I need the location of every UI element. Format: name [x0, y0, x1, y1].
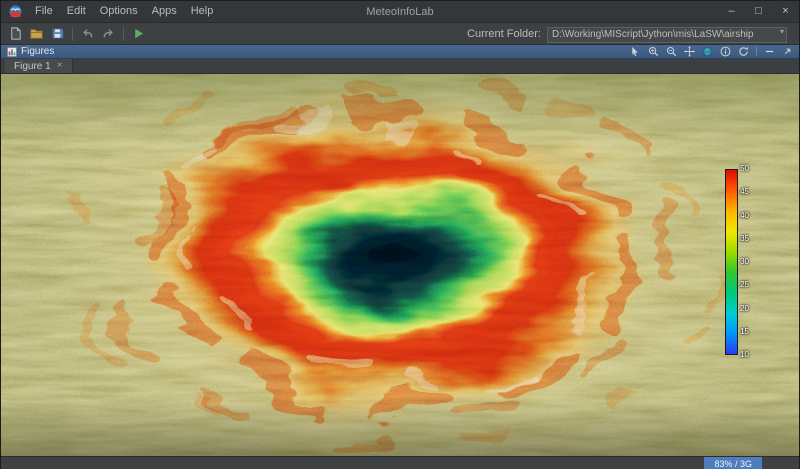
- colorbar-gradient: [725, 169, 738, 355]
- run-button[interactable]: [128, 24, 149, 43]
- select-icon: [630, 46, 641, 57]
- menubar: File Edit Options Apps Help: [28, 1, 220, 22]
- memory-indicator[interactable]: 83% / 3G: [704, 457, 762, 469]
- figure-canvas[interactable]: [1, 74, 799, 456]
- colorbar-tick-label: 25: [740, 281, 749, 289]
- current-folder-input[interactable]: [547, 27, 787, 43]
- figures-panel-icon: [7, 47, 17, 57]
- zoom-in-icon: [648, 46, 659, 57]
- colorbar-tick-label: 10: [740, 351, 749, 359]
- minimize-panel-button[interactable]: [764, 46, 775, 57]
- maximize-window-icon[interactable]: □: [745, 1, 772, 22]
- colorbar-tick-label: 15: [740, 328, 749, 336]
- figures-toolbar: [630, 46, 793, 57]
- save-button[interactable]: [47, 24, 68, 43]
- app-icon: [9, 5, 22, 18]
- colorbar-tick-label: 40: [740, 212, 749, 220]
- figures-panel-header[interactable]: Figures: [1, 45, 799, 59]
- menu-edit[interactable]: Edit: [60, 1, 93, 22]
- figures-panel-title: Figures: [21, 46, 54, 57]
- redo-button[interactable]: [98, 24, 119, 43]
- identify-icon: [720, 46, 731, 57]
- full-extent-globe-icon: [702, 46, 713, 57]
- window-title: MeteoInfoLab: [366, 6, 433, 18]
- toolbar-separator: [72, 27, 73, 41]
- zoom-out-icon: [666, 46, 677, 57]
- run-icon: [131, 26, 146, 41]
- select-tool-button[interactable]: [630, 46, 641, 57]
- tab-figure-1[interactable]: Figure 1 ×: [5, 59, 73, 73]
- pan-icon: [684, 46, 695, 57]
- minimize-window-icon[interactable]: –: [718, 1, 745, 22]
- menu-file[interactable]: File: [28, 1, 60, 22]
- current-folder-label: Current Folder:: [467, 28, 547, 40]
- colorbar-tick-label: 30: [740, 258, 749, 266]
- meteoinfolab-window: File Edit Options Apps Help MeteoInfoLab…: [0, 0, 800, 469]
- tab-label: Figure 1: [14, 61, 51, 72]
- undo-icon: [80, 26, 95, 41]
- colorbar-tick-label: 50: [740, 165, 749, 173]
- float-panel-button[interactable]: [782, 46, 793, 57]
- menu-help[interactable]: Help: [184, 1, 221, 22]
- save-icon: [50, 26, 65, 41]
- new-script-icon: [8, 26, 23, 41]
- menu-options[interactable]: Options: [93, 1, 145, 22]
- rotate-button[interactable]: [738, 46, 749, 57]
- colorbar-labels: 50 45 40 35 30 25 20 15 10: [740, 165, 749, 359]
- colorbar-tick-label: 35: [740, 235, 749, 243]
- full-extent-button[interactable]: [702, 46, 713, 57]
- colorbar-tick-label: 45: [740, 188, 749, 196]
- redo-icon: [101, 26, 116, 41]
- pan-button[interactable]: [684, 46, 695, 57]
- figure-area: 50 45 40 35 30 25 20 15 10: [1, 74, 799, 456]
- new-script-button[interactable]: [5, 24, 26, 43]
- tab-close-icon[interactable]: ×: [57, 61, 63, 71]
- open-file-icon: [29, 26, 44, 41]
- undo-button[interactable]: [77, 24, 98, 43]
- rotate-icon: [738, 46, 749, 57]
- zoom-out-button[interactable]: [666, 46, 677, 57]
- status-bar: 83% / 3G: [1, 456, 799, 469]
- toolbar-separator: [123, 27, 124, 41]
- open-file-button[interactable]: [26, 24, 47, 43]
- window-controls: – □ ×: [718, 1, 799, 22]
- current-folder-combo: ▾: [547, 24, 787, 43]
- figure-tab-bar: Figure 1 ×: [1, 59, 799, 74]
- colorbar-tick-label: 20: [740, 305, 749, 313]
- menu-apps[interactable]: Apps: [145, 1, 184, 22]
- figures-toolbar-separator: [756, 47, 757, 56]
- main-toolbar: Current Folder: ▾: [1, 23, 799, 45]
- identify-button[interactable]: [720, 46, 731, 57]
- minimize-icon: [764, 46, 775, 57]
- float-icon: [782, 46, 793, 57]
- titlebar: File Edit Options Apps Help MeteoInfoLab…: [1, 1, 799, 23]
- zoom-in-button[interactable]: [648, 46, 659, 57]
- colorbar: 504540353025201510: [725, 169, 749, 355]
- close-window-icon[interactable]: ×: [772, 1, 799, 22]
